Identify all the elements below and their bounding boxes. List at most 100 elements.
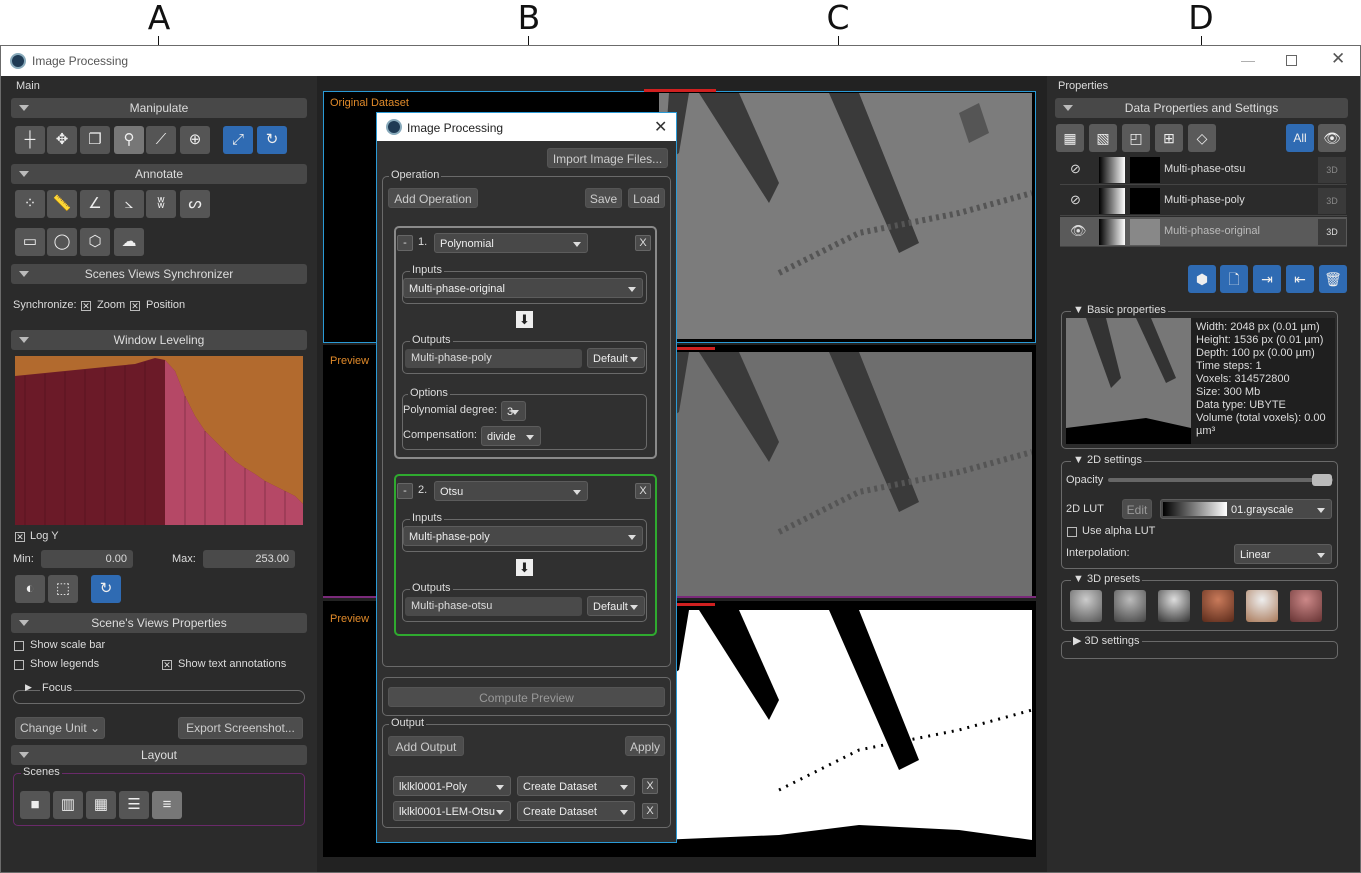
curve-icon[interactable]: ᔕ [180, 190, 210, 218]
import-data-icon[interactable]: ⇤ [1286, 265, 1314, 293]
zoom-icon[interactable]: ⚲ [114, 126, 144, 154]
output2-remove-button[interactable]: X [642, 803, 658, 819]
maximize-icon[interactable] [1286, 55, 1297, 66]
slice-view-icon[interactable]: ▧ [1089, 124, 1117, 152]
rotate-axes-icon[interactable]: ⟋ [146, 126, 176, 154]
views-props-header[interactable]: Scene's Views Properties [11, 613, 307, 633]
preset-bones-icon[interactable] [1246, 590, 1278, 622]
layer-row-poly[interactable]: ⊘ Multi-phase-poly 3D [1060, 186, 1347, 216]
manipulate-header[interactable]: Manipulate [11, 98, 307, 118]
ruler-icon[interactable]: 📏 [47, 190, 77, 218]
import-image-files-button[interactable]: Import Image Files... [547, 148, 668, 168]
layout-three-icon[interactable]: ▦ [86, 791, 116, 819]
output1-action-select[interactable]: Create Dataset [517, 776, 635, 796]
move-icon[interactable]: ✥ [47, 126, 77, 154]
points-icon[interactable]: ⁘ [15, 190, 45, 218]
reset-view-icon[interactable]: ↻ [257, 126, 287, 154]
delete-icon[interactable]: 🗑 [1319, 265, 1347, 293]
layer-3d-badge[interactable]: 3D [1318, 188, 1346, 214]
polygon-icon[interactable]: ⬡ [80, 228, 110, 256]
layout-two-icon[interactable]: ▥ [53, 791, 83, 819]
operation2-close-button[interactable]: X [635, 483, 651, 499]
compensation-select[interactable]: divide [481, 426, 541, 446]
dialog-close-icon[interactable]: ✕ [654, 117, 667, 137]
op1-output-field[interactable]: Multi-phase-poly [405, 349, 582, 368]
op1-input-select[interactable]: Multi-phase-original [403, 278, 643, 298]
min-input[interactable]: 0.00 [41, 550, 133, 568]
show-scale-bar-checkbox[interactable] [14, 641, 24, 651]
layer-3d-badge[interactable]: 3D [1318, 219, 1346, 245]
layout-stack-three-icon[interactable]: ≡ [152, 791, 182, 819]
add-operation-button[interactable]: Add Operation [388, 188, 478, 208]
preset-bowl-icon[interactable] [1070, 590, 1102, 622]
freehand-icon[interactable]: ☁ [114, 228, 144, 256]
operation1-close-button[interactable]: X [635, 235, 651, 251]
window-leveling-header[interactable]: Window Leveling [11, 330, 307, 350]
roi-select-icon[interactable]: ⬚ [48, 575, 78, 603]
visible-eye-icon[interactable]: 👁 [1070, 223, 1087, 239]
layers-icon[interactable]: ❐ [80, 126, 110, 154]
layout-stack-two-icon[interactable]: ☰ [119, 791, 149, 819]
sync-position-checkbox[interactable]: ✕ [130, 301, 140, 311]
show-legends-checkbox[interactable] [14, 660, 24, 670]
annotate-header[interactable]: Annotate [11, 164, 307, 184]
single-view-icon[interactable]: ◰ [1122, 124, 1150, 152]
visibility-all-icon[interactable]: 👁 [1318, 124, 1346, 152]
max-input[interactable]: 253.00 [203, 550, 295, 568]
fit-view-icon[interactable]: ⤢ [223, 126, 253, 154]
show-text-annotations-checkbox[interactable]: ✕ [162, 660, 172, 670]
close-icon[interactable]: ✕ [1331, 49, 1345, 69]
export-screenshot-button[interactable]: Export Screenshot... [178, 717, 303, 739]
angle-alt-icon[interactable]: ⦣ [114, 190, 144, 218]
add-output-button[interactable]: Add Output [388, 736, 464, 756]
op2-output-field[interactable]: Multi-phase-otsu [405, 597, 582, 616]
crosshair-icon[interactable]: ┼ [15, 126, 45, 154]
quad-view-icon[interactable]: ⊞ [1155, 124, 1183, 152]
layer-row-original[interactable]: 👁 Multi-phase-original 3D [1060, 217, 1347, 247]
operation2-type-select[interactable]: Otsu [434, 481, 588, 501]
log-y-checkbox[interactable]: ✕ [15, 532, 25, 542]
change-unit-button[interactable]: Change Unit ⌄ [15, 717, 105, 739]
use-alpha-lut-checkbox[interactable] [1067, 527, 1077, 537]
layout-header[interactable]: Layout [11, 745, 307, 765]
layer-3d-badge[interactable]: 3D [1318, 157, 1346, 183]
interpolation-select[interactable]: Linear [1234, 544, 1332, 564]
export-data-icon[interactable]: ⇥ [1253, 265, 1281, 293]
copy-data-icon[interactable]: 🗋 [1220, 265, 1248, 293]
lut-select[interactable]: 01.grayscale [1160, 499, 1332, 519]
op2-output-mode-select[interactable]: Default [587, 596, 645, 616]
opacity-slider-handle[interactable] [1312, 474, 1332, 486]
preset-textured-icon[interactable] [1114, 590, 1146, 622]
preset-solid-icon[interactable] [1202, 590, 1234, 622]
minimize-icon[interactable]: — [1241, 52, 1255, 68]
histogram[interactable] [15, 356, 303, 525]
target-icon[interactable]: ⊕ [180, 126, 210, 154]
compute-preview-button[interactable]: Compute Preview [388, 687, 665, 707]
output2-action-select[interactable]: Create Dataset [517, 801, 635, 821]
output1-name-select[interactable]: lklkl0001-Poly [393, 776, 511, 796]
opacity-slider-track[interactable] [1108, 478, 1333, 482]
load-button[interactable]: Load [628, 188, 665, 208]
sync-zoom-checkbox[interactable]: ✕ [81, 301, 91, 311]
path-icon[interactable]: ʬ [146, 190, 176, 218]
layer-row-otsu[interactable]: ⊘ Multi-phase-otsu 3D [1060, 155, 1347, 185]
contrast-icon[interactable]: ◐ [15, 575, 45, 603]
grid-view-icon[interactable]: ▦ [1056, 124, 1084, 152]
hidden-eye-icon[interactable]: ⊘ [1070, 161, 1081, 177]
save-button[interactable]: Save [585, 188, 622, 208]
angle-icon[interactable]: ∠ [80, 190, 110, 218]
3d-view-icon[interactable]: ◇ [1188, 124, 1216, 152]
op1-output-mode-select[interactable]: Default [587, 348, 645, 368]
operation1-minus-button[interactable]: - [397, 235, 413, 251]
hidden-eye-icon[interactable]: ⊘ [1070, 192, 1081, 208]
ellipse-icon[interactable]: ◯ [47, 228, 77, 256]
volume-render-icon[interactable]: ⬢ [1188, 265, 1216, 293]
sync-header[interactable]: Scenes Views Synchronizer [11, 264, 307, 284]
output2-name-select[interactable]: lklkl0001-LEM-Otsu [393, 801, 511, 821]
layout-single-icon[interactable]: ■ [20, 791, 50, 819]
operation2-minus-button[interactable]: - [397, 483, 413, 499]
reset-level-icon[interactable]: ↻ [91, 575, 121, 603]
rectangle-icon[interactable]: ▭ [15, 228, 45, 256]
preset-cup-icon[interactable] [1158, 590, 1190, 622]
apply-button[interactable]: Apply [625, 736, 665, 756]
